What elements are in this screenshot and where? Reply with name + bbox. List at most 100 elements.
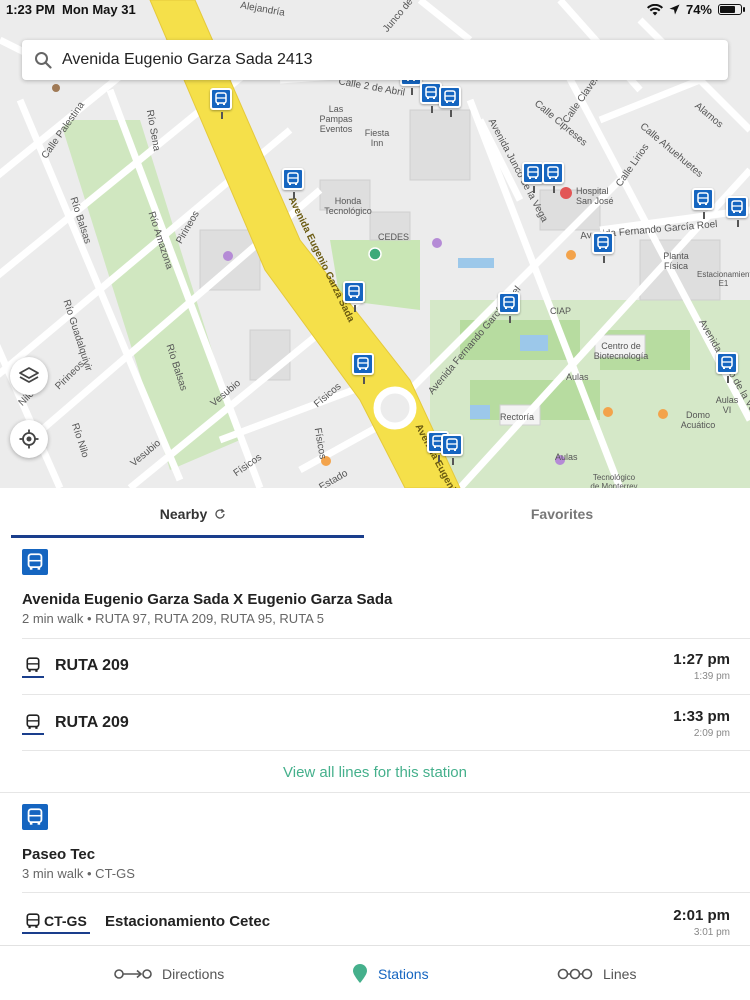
lines-icon: [557, 968, 593, 979]
line-code: CT-GS: [44, 913, 87, 929]
bus-stop-marker[interactable]: [441, 434, 463, 465]
status-right: 74%: [646, 2, 745, 17]
bus-icon: [215, 92, 227, 105]
search-bar[interactable]: Avenida Eugenio Garza Sada 2413: [22, 40, 728, 80]
map-label-ciap: CIAP: [550, 306, 572, 316]
nav-directions-label: Directions: [162, 965, 225, 982]
bus-stop-marker[interactable]: [352, 353, 374, 384]
bus-icon: [27, 808, 43, 825]
location-arrow-icon: [669, 4, 680, 15]
departure-time: 1:27 pm: [673, 651, 730, 668]
nav-lines-label: Lines: [603, 965, 637, 982]
divider: [22, 892, 750, 893]
map-label-tec-monterrey: Tecnológico de Monterrey: [590, 473, 638, 488]
bus-stop-marker[interactable]: [439, 86, 461, 117]
departure-time: 2:01 pm: [673, 907, 730, 924]
nav-lines[interactable]: Lines: [557, 946, 636, 1000]
nav-stations-label: Stations: [378, 965, 429, 982]
bus-icon: [527, 166, 539, 179]
station-bus-icon: [22, 549, 48, 575]
divider: [22, 638, 750, 639]
station-meta: 3 min walk • CT-GS: [22, 866, 135, 881]
wifi-icon: [646, 3, 663, 15]
bus-icon: [731, 200, 743, 213]
map-label-aulas-3: Aulas: [555, 452, 578, 462]
map-label-las-pampas: Las Pampas Eventos: [319, 104, 353, 134]
bus-icon: [697, 192, 709, 205]
map-label-aulas-1: Aulas: [566, 372, 589, 382]
bus-stop-marker[interactable]: [343, 281, 365, 312]
map-label-biotec: Centro de Biotecnología: [593, 341, 649, 361]
bus-stop-marker[interactable]: [726, 196, 748, 227]
refresh-icon[interactable]: [214, 508, 226, 520]
bus-stop-marker[interactable]: [522, 162, 544, 193]
layers-icon: [19, 367, 39, 383]
map-label-hospital: Hospital San José: [576, 186, 614, 206]
map-label-rectoria: Rectoría: [500, 412, 535, 422]
battery-icon: [718, 4, 745, 15]
bus-icon: [503, 296, 515, 309]
bus-icon: [444, 90, 456, 103]
nav-directions[interactable]: Directions: [114, 946, 224, 1000]
line-row[interactable]: RUTA 209 1:27 pm 1:39 pm: [22, 648, 730, 688]
map-label-cedes: CEDES: [378, 232, 410, 242]
bus-icon: [721, 356, 733, 369]
bus-icon: [425, 86, 437, 99]
bus-stop-marker[interactable]: [716, 352, 738, 383]
station-pin-icon: [353, 963, 367, 983]
next-departure-time: 2:09 pm: [693, 728, 730, 739]
tab-favorites[interactable]: Favorites: [380, 488, 744, 540]
nearby-stations-list[interactable]: Avenida Eugenio Garza Sada X Eugenio Gar…: [0, 540, 750, 945]
bus-stop-marker[interactable]: [592, 232, 614, 263]
bus-icon: [287, 172, 299, 185]
status-time: 1:23 PM: [6, 2, 56, 17]
map-label-domo: Domo Acuático: [680, 410, 716, 430]
layers-button[interactable]: [10, 357, 48, 395]
line-row[interactable]: CT-GS Estacionamiento Cetec 2:01 pm 3:01…: [22, 904, 730, 944]
line-name: RUTA 209: [55, 657, 129, 674]
station-meta: 2 min walk • RUTA 97, RUTA 209, RUTA 95,…: [22, 611, 324, 626]
bus-icon: [348, 285, 360, 298]
bus-stop-marker[interactable]: [498, 292, 520, 323]
divider: [0, 792, 750, 793]
station-tabs: Nearby Favorites: [0, 488, 750, 540]
status-bar: 1:23 PM Mon May 31 74%: [0, 0, 750, 20]
station-name[interactable]: Paseo Tec: [22, 846, 95, 863]
search-input[interactable]: Avenida Eugenio Garza Sada 2413: [62, 51, 313, 69]
tab-nearby[interactable]: Nearby: [11, 488, 375, 540]
bus-stop-marker[interactable]: [210, 88, 232, 119]
line-row[interactable]: RUTA 209 1:33 pm 2:09 pm: [22, 705, 730, 745]
map-label-estacionamiento: Estacionamiento E1: [697, 270, 750, 288]
view-all-lines-link[interactable]: View all lines for this station: [0, 764, 750, 781]
bus-icon: [357, 357, 369, 370]
line-name: Estacionamiento Cetec: [105, 913, 271, 930]
line-bus-badge: [22, 654, 44, 678]
map-view[interactable]: Calle 2 de Abril Avenida Eugenio Garza S…: [0, 0, 750, 488]
bus-icon: [26, 657, 40, 672]
bus-icon: [547, 166, 559, 179]
directions-icon: [114, 968, 152, 979]
next-departure-time: 3:01 pm: [693, 927, 730, 938]
locate-button[interactable]: [10, 420, 48, 458]
bus-stop-marker[interactable]: [542, 162, 564, 193]
bus-icon: [597, 236, 609, 249]
line-name: RUTA 209: [55, 714, 129, 731]
battery-percent: 74%: [685, 2, 712, 17]
bus-stop-marker[interactable]: [692, 188, 714, 219]
map-label-honda: Honda Tecnológico: [324, 196, 372, 216]
next-departure-time: 1:39 pm: [693, 671, 730, 682]
divider: [22, 694, 750, 695]
tab-nearby-label: Nearby: [159, 506, 208, 522]
bus-icon: [26, 913, 40, 928]
bus-icon: [446, 438, 458, 451]
status-date: Mon May 31: [62, 2, 136, 17]
station-name[interactable]: Avenida Eugenio Garza Sada X Eugenio Gar…: [22, 591, 392, 608]
bus-icon: [27, 553, 43, 570]
bus-stop-marker[interactable]: [282, 168, 304, 199]
line-code-badge: CT-GS: [22, 910, 90, 934]
nav-stations[interactable]: Stations: [352, 946, 429, 1000]
divider: [22, 750, 750, 751]
locate-icon: [19, 429, 39, 449]
map-label-fiesta-inn: Fiesta Inn: [364, 128, 390, 148]
departure-time: 1:33 pm: [673, 708, 730, 725]
